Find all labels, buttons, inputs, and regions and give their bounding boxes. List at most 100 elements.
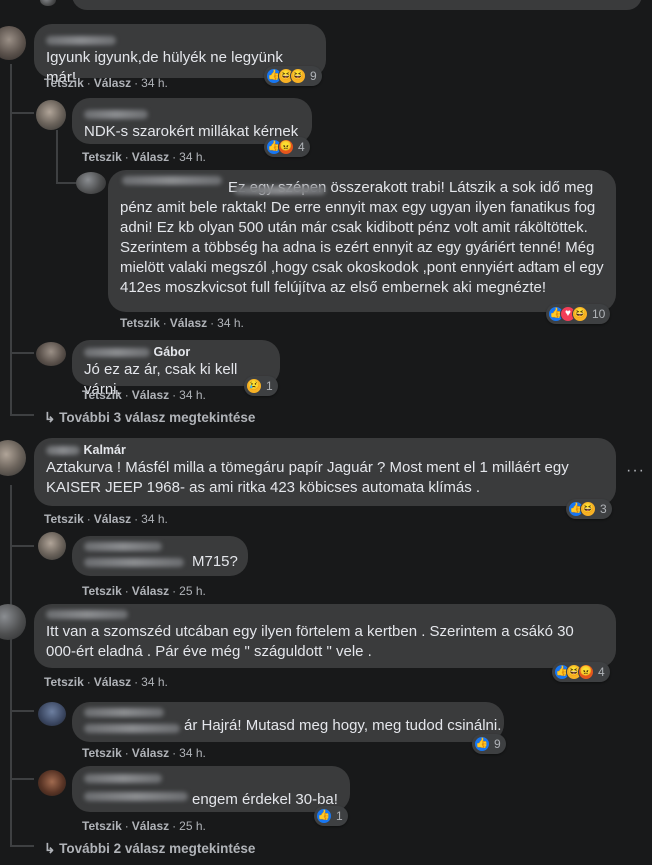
thread-line-reply-elbow <box>10 845 34 847</box>
like-button[interactable]: Tetszik <box>82 150 122 164</box>
comment-time[interactable]: 34 h. <box>141 76 168 90</box>
reply-button[interactable]: Válasz <box>132 584 169 598</box>
avatar[interactable] <box>76 172 106 194</box>
more-options-icon[interactable]: ··· <box>626 462 645 480</box>
comment-bubble: engem érdekel 30-ba! <box>72 766 350 812</box>
angry-icon: 😠 <box>278 139 294 155</box>
comment-author[interactable] <box>46 610 128 619</box>
reaction-summary[interactable]: 👍 😠 4 <box>264 137 310 157</box>
mention-blurred <box>84 724 180 733</box>
comment-actions: Tetszik · Válasz · 34 h. <box>82 150 206 164</box>
reply-button[interactable]: Válasz <box>170 316 207 330</box>
like-button[interactable]: Tetszik <box>82 819 122 833</box>
comment-time[interactable]: 34 h. <box>179 746 206 760</box>
avatar[interactable] <box>38 702 66 726</box>
comment-actions: Tetszik · Válasz · 34 h. <box>82 388 206 402</box>
avatar[interactable] <box>38 532 66 560</box>
comment-author[interactable]: Gábor <box>84 344 268 360</box>
comment-text: engem érdekel 30-ba! <box>192 791 338 808</box>
mention-blurred <box>234 186 326 195</box>
thread-line-sub <box>56 130 58 182</box>
like-button[interactable]: Tetszik <box>44 76 84 90</box>
avatar[interactable] <box>38 770 66 796</box>
reaction-count: 9 <box>494 737 501 751</box>
mention-tail[interactable]: ár <box>184 717 197 734</box>
comment-text: Ez egy szépen összerakott trabi! Látszik… <box>120 179 604 296</box>
angry-icon: 😠 <box>578 664 594 680</box>
comment-actions: Tetszik · Válasz · 34 h. <box>44 675 168 689</box>
comment-bubble: M715? <box>72 536 248 576</box>
comment-time[interactable]: 34 h. <box>179 388 206 402</box>
haha-icon: 😆 <box>572 306 588 322</box>
reply-arrow-icon: ↳ <box>44 410 56 425</box>
reaction-summary[interactable]: 👍 9 <box>472 734 506 754</box>
reaction-summary[interactable]: 👍 😆 😠 4 <box>552 662 610 682</box>
reaction-count: 1 <box>266 379 273 393</box>
comment-author[interactable] <box>84 542 162 551</box>
comment-bubble: Ez egy szépen összerakott trabi! Látszik… <box>108 170 616 312</box>
reaction-summary[interactable]: 👍 😆 😆 9 <box>264 66 322 86</box>
like-icon: 👍 <box>316 808 332 824</box>
reply-button[interactable]: Válasz <box>132 388 169 402</box>
avatar[interactable] <box>40 0 56 6</box>
like-button[interactable]: Tetszik <box>44 675 84 689</box>
comment-author[interactable] <box>84 774 162 783</box>
like-button[interactable]: Tetszik <box>82 746 122 760</box>
comment-text: Aztakurva ! Másfél milla a tömegáru papí… <box>46 459 569 496</box>
like-button[interactable]: Tetszik <box>44 512 84 526</box>
reaction-count: 4 <box>598 665 605 679</box>
comment-time[interactable]: 34 h. <box>141 512 168 526</box>
like-button[interactable]: Tetszik <box>120 316 160 330</box>
haha-icon: 😆 <box>580 501 596 517</box>
comment-actions: Tetszik · Válasz · 34 h. <box>44 76 168 90</box>
comment-text: Itt van a szomszéd utcában egy ilyen för… <box>46 623 574 660</box>
comment-text: M715? <box>192 553 238 570</box>
reaction-summary[interactable]: 👍 😆 3 <box>566 499 612 519</box>
thread-line-reply-elbow <box>10 414 34 416</box>
like-button[interactable]: Tetszik <box>82 388 122 402</box>
comment-time[interactable]: 34 h. <box>141 675 168 689</box>
comment-author[interactable] <box>122 176 222 185</box>
avatar[interactable] <box>0 604 26 640</box>
view-more-replies-link[interactable]: ↳ További 2 válasz megtekintése <box>44 841 255 857</box>
comment-actions: Tetszik · Válasz · 34 h. <box>120 316 244 330</box>
reply-button[interactable]: Válasz <box>132 819 169 833</box>
avatar[interactable] <box>36 342 66 366</box>
reply-button[interactable]: Válasz <box>132 746 169 760</box>
comment-actions: Tetszik · Válasz · 34 h. <box>82 746 206 760</box>
reaction-count: 4 <box>298 140 305 154</box>
comment-bubble: Itt van a szomszéd utcában egy ilyen för… <box>34 604 616 668</box>
thread-line-sub-elbow <box>56 182 78 184</box>
reaction-summary[interactable]: 👍 1 <box>314 806 348 826</box>
avatar[interactable] <box>36 100 66 130</box>
avatar[interactable] <box>0 440 26 476</box>
avatar[interactable] <box>0 26 26 60</box>
reaction-count: 9 <box>310 69 317 83</box>
comment-author[interactable] <box>46 32 314 48</box>
comment-bubble: Kalmár Aztakurva ! Másfél milla a tömegá… <box>34 438 616 506</box>
comment-time[interactable]: 34 h. <box>217 316 244 330</box>
comment-author[interactable]: Kalmár <box>46 442 604 458</box>
mention-blurred <box>84 792 188 801</box>
reply-button[interactable]: Válasz <box>132 150 169 164</box>
comment-author[interactable] <box>84 708 164 717</box>
comment-author[interactable] <box>84 106 300 122</box>
like-button[interactable]: Tetszik <box>82 584 122 598</box>
reaction-count: 1 <box>336 809 343 823</box>
reaction-count: 3 <box>600 502 607 516</box>
thread-line-reply-elbow <box>10 710 34 712</box>
reply-button[interactable]: Válasz <box>94 675 131 689</box>
thread-line <box>10 485 12 845</box>
comment-time[interactable]: 25 h. <box>179 584 206 598</box>
reaction-summary[interactable]: 😢 1 <box>244 376 278 396</box>
comment-time[interactable]: 25 h. <box>179 819 206 833</box>
reply-button[interactable]: Válasz <box>94 76 131 90</box>
view-more-replies-link[interactable]: ↳ További 3 válasz megtekintése <box>44 410 255 426</box>
comment-time[interactable]: 34 h. <box>179 150 206 164</box>
reply-button[interactable]: Válasz <box>94 512 131 526</box>
reaction-summary[interactable]: 👍 ♥ 😆 10 <box>546 304 611 324</box>
mention-blurred <box>84 558 184 567</box>
like-icon: 👍 <box>474 736 490 752</box>
thread-line-reply-elbow <box>10 545 34 547</box>
thread-line-reply-elbow <box>10 352 34 354</box>
